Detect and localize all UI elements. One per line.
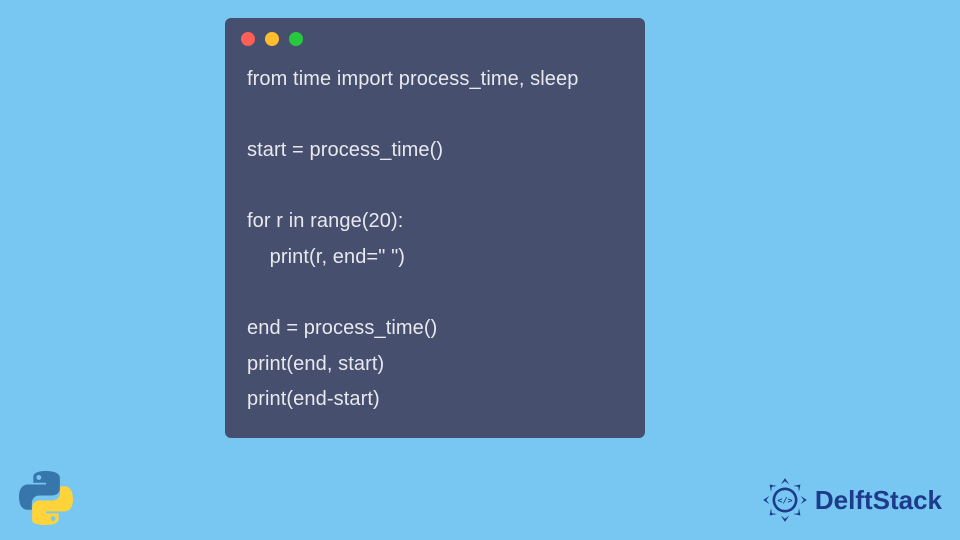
brand-name: DelftStack: [815, 485, 942, 516]
svg-text:</>: </>: [777, 495, 792, 505]
delftstack-badge-icon: </>: [759, 474, 811, 526]
python-logo-icon: [18, 470, 74, 526]
minimize-icon: [265, 32, 279, 46]
code-block: from time import process_time, sleep sta…: [225, 56, 645, 422]
delftstack-logo: </> DelftStack: [759, 474, 942, 526]
window-controls: [225, 18, 645, 56]
close-icon: [241, 32, 255, 46]
maximize-icon: [289, 32, 303, 46]
code-window: from time import process_time, sleep sta…: [225, 18, 645, 438]
